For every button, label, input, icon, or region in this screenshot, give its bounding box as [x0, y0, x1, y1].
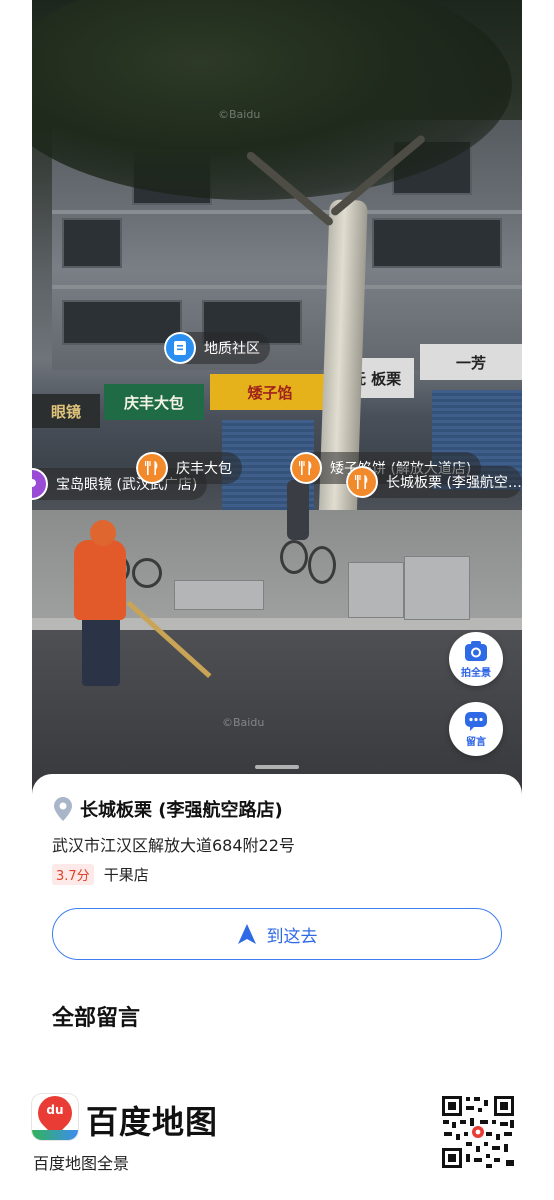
poi-meta: 3.7分 干果店: [52, 864, 149, 885]
fork-knife-icon: [346, 466, 378, 498]
footer-caption: 百度地图全景: [33, 1154, 130, 1173]
building-window: [62, 300, 182, 345]
poi-info-sheet: 长城板栗 (李强航空路店) 武汉市江汉区解放大道684附22号 3.7分 干果店…: [32, 774, 522, 1062]
shop-sign: 眼镜: [32, 394, 100, 428]
worker: [90, 520, 116, 546]
navigation-arrow-icon: [237, 924, 256, 944]
navigate-button[interactable]: 到这去: [52, 908, 502, 960]
building-window: [62, 218, 122, 268]
document-icon: [164, 332, 196, 364]
building-ledge: [52, 210, 522, 214]
watermark: ©Baidu: [222, 716, 265, 729]
brand-name: 百度地图: [86, 1103, 219, 1141]
take-panorama-button[interactable]: 拍全景: [449, 632, 503, 686]
stone-slabs: [174, 580, 264, 610]
poi-marker-changcheng[interactable]: 长城板栗 (李强航空…: [346, 466, 522, 498]
poi-label: 长城板栗 (李强航空…: [386, 475, 522, 491]
baidu-maps-logo: du: [32, 1094, 78, 1140]
poi-marker-dizhi[interactable]: 地质社区: [164, 332, 270, 364]
poi-marker-qingfeng[interactable]: 庆丰大包: [136, 452, 242, 484]
qr-code: [440, 1094, 516, 1170]
navigate-label: 到这去: [266, 926, 318, 947]
logo-text: du: [46, 1103, 64, 1117]
leave-comment-label: 留言: [466, 736, 486, 748]
shop-sign: 矮子馅: [210, 374, 330, 410]
building-window: [372, 218, 502, 268]
shop-sign: 一芳: [420, 344, 522, 380]
bicycle: [308, 546, 336, 584]
shop-sign: 庆丰大包: [104, 384, 204, 420]
pedestrian: [287, 480, 309, 540]
poi-label: 地质社区: [204, 341, 260, 357]
stone-slabs: [404, 556, 470, 620]
take-panorama-label: 拍全景: [461, 667, 491, 679]
worker: [74, 540, 126, 620]
bicycle: [280, 540, 308, 574]
watermark: ©Baidu: [218, 108, 261, 121]
leave-comment-button[interactable]: 留言: [449, 702, 503, 756]
bicycle: [132, 558, 162, 588]
comments-heading: 全部留言: [52, 1006, 141, 1031]
poi-category: 干果店: [103, 866, 149, 884]
poi-label: 庆丰大包: [176, 461, 232, 477]
location-pin-icon: [54, 797, 72, 821]
worker: [82, 616, 120, 686]
camera-icon: [465, 640, 487, 661]
panorama-view[interactable]: 眼镜 庆丰大包 矮子馅 抚 板栗 一芳 ©Baidu ©Baidu 地质社区 宝…: [32, 0, 522, 800]
stone-slabs: [348, 562, 404, 618]
location-icon: [32, 468, 48, 500]
logo-stripe: [32, 1130, 78, 1140]
poi-address: 武汉市江汉区解放大道684附22号: [52, 836, 295, 855]
poi-title: 长城板栗 (李强航空路店): [80, 800, 283, 821]
sheet-drag-handle[interactable]: [255, 765, 299, 769]
rating-badge: 3.7分: [52, 864, 94, 885]
qr-code-icon: [440, 1094, 516, 1170]
fork-knife-icon: [136, 452, 168, 484]
fork-knife-icon: [290, 452, 322, 484]
poi-title-row: 长城板栗 (李强航空路店): [54, 796, 283, 822]
page: 眼镜 庆丰大包 矮子馅 抚 板栗 一芳 ©Baidu ©Baidu 地质社区 宝…: [0, 0, 554, 1200]
chat-bubble-icon: [465, 711, 487, 731]
building-ledge: [52, 285, 522, 289]
